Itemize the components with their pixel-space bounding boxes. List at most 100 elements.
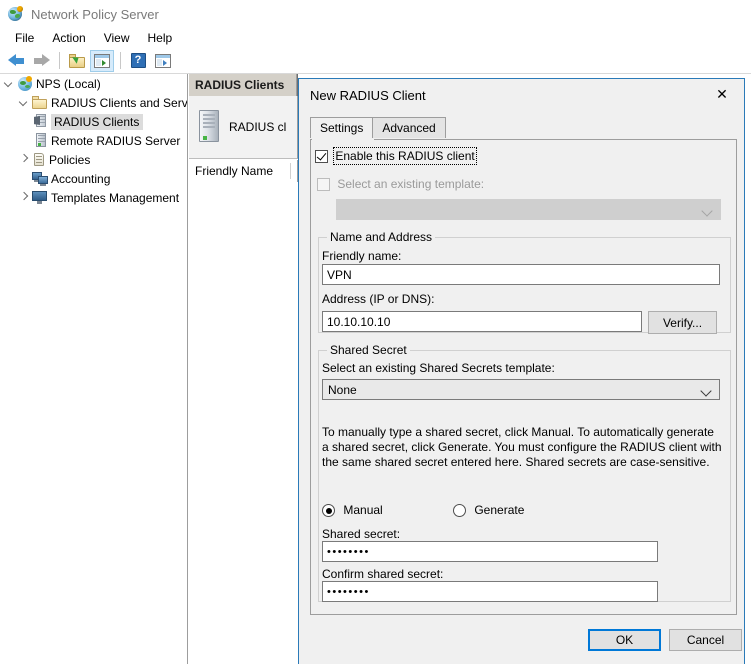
address-label: Address (IP or DNS): <box>322 292 435 306</box>
toolbar: ? <box>0 48 751 74</box>
menu-action[interactable]: Action <box>43 30 94 46</box>
manual-radio-label: Manual <box>343 503 383 517</box>
cancel-button[interactable]: Cancel <box>669 629 742 651</box>
console-tree-pane: NPS (Local) RADIUS Clients and Servers R… <box>0 74 188 664</box>
verify-button-label: Verify... <box>662 315 703 330</box>
tree-item-label: Templates Management <box>51 190 180 205</box>
manual-radio-row[interactable]: Manual <box>322 503 383 518</box>
list-summary-text: RADIUS cl <box>229 120 287 134</box>
dialog-tabstrip: Settings Advanced <box>310 117 735 138</box>
generate-radio-label: Generate <box>474 503 525 517</box>
select-template-checkbox <box>317 178 330 192</box>
shared-secret-template-label: Select an existing Shared Secrets templa… <box>322 361 555 375</box>
shared-secret-label: Shared secret: <box>322 527 401 541</box>
tree-item-radius-clients-and-servers[interactable]: RADIUS Clients and Servers <box>0 93 187 112</box>
manual-radio-button[interactable] <box>322 504 335 518</box>
tab-label: Advanced <box>382 121 436 135</box>
tree-item-label: RADIUS Clients and Servers <box>51 95 188 110</box>
column-divider[interactable] <box>290 163 291 179</box>
folder-up-icon <box>69 53 85 68</box>
radius-client-large-icon <box>199 110 221 144</box>
list-column-header-friendly-name[interactable]: Friendly Name <box>189 160 298 182</box>
expander-icon[interactable] <box>2 76 17 91</box>
enable-radius-client-label: Enable this RADIUS client <box>333 147 477 165</box>
tree-item-label: NPS (Local) <box>36 76 101 91</box>
name-and-address-group-title: Name and Address <box>327 230 436 244</box>
folder-icon <box>32 96 48 109</box>
show-hide-action-pane-button[interactable] <box>151 50 175 72</box>
enable-radius-client-row[interactable]: Enable this RADIUS client <box>315 147 477 165</box>
confirm-shared-secret-input[interactable]: •••••••• <box>322 581 658 602</box>
templates-icon <box>32 190 48 205</box>
tree-item-templates-management[interactable]: Templates Management <box>0 188 187 207</box>
tab-settings[interactable]: Settings <box>310 117 374 138</box>
ok-button-label: OK <box>615 633 634 647</box>
tab-advanced[interactable]: Advanced <box>372 117 446 138</box>
tree-item-label: Remote RADIUS Server <box>51 133 181 148</box>
menu-help[interactable]: Help <box>139 30 182 46</box>
forward-button[interactable] <box>29 50 53 72</box>
template-dropdown <box>336 199 721 220</box>
nps-globe-icon <box>17 75 33 92</box>
expander-icon[interactable] <box>17 95 32 110</box>
list-summary-area: RADIUS cl <box>189 96 298 159</box>
tree-item-policies[interactable]: Policies <box>0 150 187 169</box>
arrow-right-icon <box>33 54 50 67</box>
shared-secret-template-dropdown[interactable]: None <box>322 379 720 400</box>
console-tree-icon <box>94 53 110 68</box>
up-one-level-button[interactable] <box>65 50 89 72</box>
tree-item-label: Policies <box>49 152 91 167</box>
question-mark-icon: ? <box>130 53 146 68</box>
toolbar-separator-2 <box>120 52 121 69</box>
column-header-label: Friendly Name <box>195 164 274 178</box>
shared-secret-group-title: Shared Secret <box>327 343 410 357</box>
shared-secret-input[interactable]: •••••••• <box>322 541 658 562</box>
dialog-title: New RADIUS Client <box>310 87 426 103</box>
accounting-icon <box>32 171 48 186</box>
tab-label: Settings <box>320 121 364 135</box>
tree-item-nps-local[interactable]: NPS (Local) <box>0 74 187 93</box>
expander-icon[interactable] <box>17 152 32 167</box>
expander-icon[interactable] <box>17 190 32 205</box>
select-template-label: Select an existing template: <box>337 177 485 191</box>
nps-globe-icon <box>8 6 24 22</box>
policies-icon <box>32 152 46 167</box>
shared-secret-description: To manually type a shared secret, click … <box>322 425 722 469</box>
window-titlebar: Network Policy Server <box>0 0 751 28</box>
chevron-down-icon <box>700 385 712 397</box>
list-banner-title: RADIUS Clients <box>189 74 297 96</box>
friendly-name-value: VPN <box>327 267 352 282</box>
show-hide-console-tree-button[interactable] <box>90 49 114 72</box>
tree-item-radius-clients[interactable]: RADIUS Clients <box>0 112 187 131</box>
tree-item-remote-radius-server[interactable]: Remote RADIUS Server <box>0 131 187 150</box>
friendly-name-input[interactable]: VPN <box>322 264 720 285</box>
confirm-shared-secret-value: •••••••• <box>327 585 370 598</box>
friendly-name-label: Friendly name: <box>322 249 402 263</box>
tab-panel-seam <box>312 138 374 140</box>
shared-secret-value: •••••••• <box>327 545 370 558</box>
enable-radius-client-checkbox[interactable] <box>315 150 328 164</box>
tree-item-label: RADIUS Clients <box>51 113 144 130</box>
generate-radio-row[interactable]: Generate <box>453 503 525 518</box>
menu-view[interactable]: View <box>95 30 139 46</box>
remote-radius-server-icon <box>34 133 48 148</box>
dialog-titlebar: New RADIUS Client <box>299 79 744 111</box>
select-template-row: Select an existing template: <box>317 177 485 192</box>
shared-secret-template-value: None <box>328 382 357 397</box>
address-input[interactable]: 10.10.10.10 <box>322 311 642 332</box>
back-button[interactable] <box>4 50 28 72</box>
window-title: Network Policy Server <box>31 6 159 22</box>
menu-file[interactable]: File <box>6 30 43 46</box>
tree-item-accounting[interactable]: Accounting <box>0 169 187 188</box>
generate-radio-button[interactable] <box>453 504 466 518</box>
close-icon[interactable]: ✕ <box>700 79 744 109</box>
help-button[interactable]: ? <box>126 50 150 72</box>
tree-item-label: Accounting <box>51 171 111 186</box>
ok-button[interactable]: OK <box>588 629 661 651</box>
menubar: File Action View Help <box>0 28 751 48</box>
toolbar-separator-1 <box>59 52 60 69</box>
arrow-left-icon <box>7 54 25 67</box>
action-pane-icon <box>155 53 171 68</box>
verify-button[interactable]: Verify... <box>648 311 717 334</box>
chevron-down-icon <box>701 205 713 217</box>
